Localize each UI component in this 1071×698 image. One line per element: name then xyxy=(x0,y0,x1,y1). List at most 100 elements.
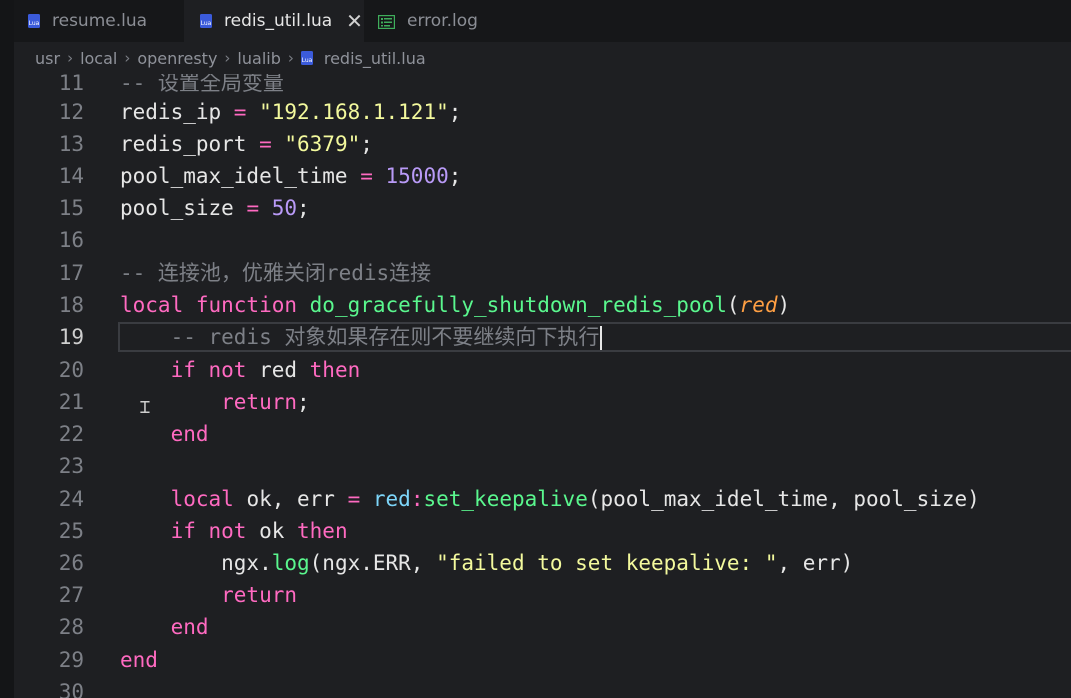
parameter: red xyxy=(739,293,778,317)
line-number: 24 xyxy=(58,487,84,511)
line-number: 12 xyxy=(58,100,84,124)
tab-redis-util-lua[interactable]: Lua redis_util.lua ✕ xyxy=(184,0,364,42)
line-number: 21 xyxy=(58,390,84,414)
line-number: 30 xyxy=(58,680,84,698)
line-number: 23 xyxy=(58,454,84,478)
keyword: end xyxy=(120,422,209,446)
line-number: 27 xyxy=(58,583,84,607)
line-number: 14 xyxy=(58,164,84,188)
code-line[interactable]: 12 redis_ip = "192.168.1.121"; xyxy=(14,96,1071,128)
code-text: ngx.log(ngx.ERR, "failed to set keepaliv… xyxy=(120,547,853,579)
code-line[interactable]: 28 end xyxy=(14,611,1071,643)
chevron-right-icon: › xyxy=(224,49,231,67)
code-line[interactable]: 26 ngx.log(ngx.ERR, "failed to set keepa… xyxy=(14,547,1071,579)
code-line[interactable]: 21 return; xyxy=(14,386,1071,418)
code-line[interactable]: 20 if not red then xyxy=(14,354,1071,386)
punctuation: ; xyxy=(448,100,462,124)
line-number: 20 xyxy=(58,358,84,382)
svg-text:Lua: Lua xyxy=(29,20,40,27)
code-text: pool_size = 50; xyxy=(120,192,310,224)
lua-file-icon: Lua xyxy=(28,14,40,28)
chevron-right-icon: › xyxy=(67,49,74,67)
code-line[interactable]: 22 end xyxy=(14,418,1071,450)
keyword: then xyxy=(297,358,361,382)
code-line[interactable]: 23 xyxy=(14,450,1071,482)
lua-file-icon: Lua xyxy=(200,14,212,28)
punctuation: ( xyxy=(726,293,740,317)
code-text: if not ok then xyxy=(120,515,348,547)
keyword: if xyxy=(120,519,196,543)
operator: = xyxy=(347,487,361,511)
code-line[interactable]: 30 xyxy=(14,676,1071,698)
code-text: if not red then xyxy=(120,354,361,386)
string-literal: "failed to set keepalive: " xyxy=(436,551,778,575)
code-text: -- redis 对象如果存在则不要继续向下执行 xyxy=(120,321,603,353)
keyword: if xyxy=(120,358,196,382)
code-text: redis_ip = "192.168.1.121"; xyxy=(120,96,461,128)
code-text: redis_port = "6379"; xyxy=(120,128,373,160)
identifier: ok xyxy=(246,519,285,543)
code-text: local function do_gracefully_shutdown_re… xyxy=(120,289,790,321)
breadcrumb-item-file[interactable]: redis_util.lua xyxy=(324,49,426,68)
line-number: 28 xyxy=(58,615,84,639)
code-line[interactable]: 18 local function do_gracefully_shutdown… xyxy=(14,289,1071,321)
code-line[interactable]: 29 end xyxy=(14,644,1071,676)
tab-resume-lua[interactable]: Lua resume.lua xyxy=(28,0,184,42)
line-number: 13 xyxy=(58,132,84,156)
line-number: 19 xyxy=(58,325,84,349)
code-line[interactable]: 27 return xyxy=(14,579,1071,611)
code-line[interactable]: 16 xyxy=(14,224,1071,256)
function-name: log xyxy=(271,551,310,575)
keyword: end xyxy=(120,615,209,639)
arguments: (ngx.ERR, xyxy=(309,551,437,575)
identifier: redis_port xyxy=(120,132,247,156)
breadcrumb-item-lualib[interactable]: lualib xyxy=(237,49,280,68)
tab-bar: Lua resume.lua Lua redis_util.lua ✕ erro… xyxy=(14,0,1071,42)
close-icon[interactable]: ✕ xyxy=(346,9,363,33)
code-line-current[interactable]: 19 -- redis 对象如果存在则不要继续向下执行 xyxy=(14,321,1071,353)
log-file-icon xyxy=(377,14,396,30)
keyword: local xyxy=(120,487,234,511)
keyword: then xyxy=(284,519,348,543)
punctuation: ; xyxy=(297,390,310,414)
number-literal: 15000 xyxy=(385,164,449,188)
identifier: red xyxy=(246,358,298,382)
line-number: 15 xyxy=(58,196,84,220)
function-name: do_gracefully_shutdown_redis_pool xyxy=(309,293,727,317)
string-literal: "192.168.1.121" xyxy=(259,100,449,124)
tab-error-log[interactable]: error.log xyxy=(377,0,528,42)
keyword: function xyxy=(183,293,310,317)
code-editor[interactable]: 11 -- 设置全局变量 12 redis_ip = "192.168.1.12… xyxy=(14,74,1071,698)
code-line[interactable]: 14 pool_max_idel_time = 15000; xyxy=(14,160,1071,192)
code-line[interactable]: 13 redis_port = "6379"; xyxy=(14,128,1071,160)
code-text: end xyxy=(120,611,209,643)
line-number: 16 xyxy=(58,228,84,252)
punctuation: ; xyxy=(360,132,373,156)
identifier: pool_max_idel_time xyxy=(120,164,348,188)
punctuation: ; xyxy=(448,164,462,188)
keyword: end xyxy=(120,648,158,672)
line-number: 22 xyxy=(58,422,84,446)
code-line[interactable]: 17 -- 连接池，优雅关闭redis连接 xyxy=(14,257,1071,289)
code-line[interactable]: 24 local ok, err = red:set_keepalive(poo… xyxy=(14,483,1071,515)
svg-text:Lua: Lua xyxy=(201,20,212,27)
code-line[interactable]: 25 if not ok then xyxy=(14,515,1071,547)
line-number: 17 xyxy=(58,261,84,285)
code-text: local ok, err = red:set_keepalive(pool_m… xyxy=(120,483,980,515)
breadcrumb-item-usr[interactable]: usr xyxy=(35,49,60,68)
operator: = xyxy=(347,164,386,188)
identifier: pool_size xyxy=(120,196,234,220)
comment: -- 设置全局变量 xyxy=(120,74,284,95)
code-line[interactable]: 15 pool_size = 50; xyxy=(14,192,1071,224)
breadcrumb-item-local[interactable]: local xyxy=(80,49,117,68)
code-text: end xyxy=(120,644,158,676)
tab-label: error.log xyxy=(407,11,478,31)
string-literal: "6379" xyxy=(284,132,361,156)
operator: : xyxy=(410,487,424,511)
tab-label: redis_util.lua xyxy=(224,11,333,31)
method-name: set_keepalive xyxy=(423,487,588,511)
breadcrumb-item-openresty[interactable]: openresty xyxy=(137,49,217,68)
chevron-right-icon: › xyxy=(287,49,294,67)
punctuation: ; xyxy=(297,196,310,220)
code-text: pool_max_idel_time = 15000; xyxy=(120,160,461,192)
